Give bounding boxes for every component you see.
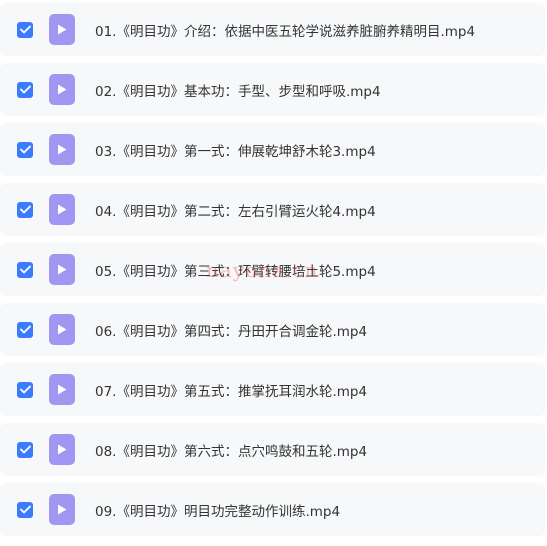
file-name: 01.《明目功》介绍：依据中医五轮学说滋养脏腑养精明目.mp4: [95, 23, 476, 40]
file-row[interactable]: 02.《明目功》基本功：手型、步型和呼吸.mp4: [0, 63, 545, 116]
play-icon: [58, 384, 67, 395]
checkmark-icon: [19, 505, 31, 514]
file-row[interactable]: 01.《明目功》介绍：依据中医五轮学说滋养脏腑养精明目.mp4: [0, 3, 545, 56]
checkmark-icon: [19, 325, 31, 334]
file-row[interactable]: 07.《明目功》第五式：推掌抚耳润水轮.mp4: [0, 363, 545, 416]
file-checkbox[interactable]: [17, 321, 33, 338]
file-row[interactable]: 08.《明目功》第六式：点穴鸣鼓和五轮.mp4: [0, 423, 545, 476]
checkmark-icon: [19, 265, 31, 274]
checkmark-icon: [19, 25, 31, 34]
file-name: 09.《明目功》明目功完整动作训练.mp4: [95, 503, 341, 520]
file-name: 02.《明目功》基本功：手型、步型和呼吸.mp4: [95, 83, 381, 100]
file-name: 05.《明目功》第三式：环臂转腰培土轮5.mp4: [95, 263, 376, 280]
file-row[interactable]: 05.《明目功》第三式：环臂转腰培土轮5.mp4: [0, 243, 545, 296]
file-row[interactable]: 04.《明目功》第二式：左右引臂运火轮4.mp4: [0, 183, 545, 236]
file-row[interactable]: 06.《明目功》第四式：丹田开合调金轮.mp4: [0, 303, 545, 356]
video-file-icon: [49, 494, 75, 525]
play-icon: [58, 204, 67, 215]
file-row[interactable]: 03.《明目功》第一式：伸展乾坤舒木轮3.mp4: [0, 123, 545, 176]
checkmark-icon: [19, 445, 31, 454]
video-file-icon: [49, 434, 75, 465]
checkmark-icon: [19, 145, 31, 154]
play-icon: [58, 324, 67, 335]
file-row[interactable]: 09.《明目功》明目功完整动作训练.mp4: [0, 483, 545, 536]
checkmark-icon: [19, 385, 31, 394]
play-icon: [58, 84, 67, 95]
file-name: 03.《明目功》第一式：伸展乾坤舒木轮3.mp4: [95, 143, 376, 160]
file-checkbox[interactable]: [17, 441, 33, 458]
video-file-icon: [49, 254, 75, 285]
play-icon: [58, 264, 67, 275]
video-file-icon: [49, 314, 75, 345]
file-checkbox[interactable]: [17, 201, 33, 218]
checkmark-icon: [19, 85, 31, 94]
play-icon: [58, 444, 67, 455]
play-icon: [58, 144, 67, 155]
file-name: 06.《明目功》第四式：丹田开合调金轮.mp4: [95, 323, 368, 340]
file-checkbox[interactable]: [17, 141, 33, 158]
checkmark-icon: [19, 205, 31, 214]
video-file-icon: [49, 134, 75, 165]
file-checkbox[interactable]: [17, 261, 33, 278]
file-checkbox[interactable]: [17, 501, 33, 518]
video-file-icon: [49, 74, 75, 105]
file-name: 07.《明目功》第五式：推掌抚耳润水轮.mp4: [95, 383, 368, 400]
file-checkbox[interactable]: [17, 21, 33, 38]
file-checkbox[interactable]: [17, 381, 33, 398]
play-icon: [58, 504, 67, 515]
file-list: 01.《明目功》介绍：依据中医五轮学说滋养脏腑养精明目.mp4 02.《明目功》…: [0, 0, 547, 546]
file-name: 04.《明目功》第二式：左右引臂运火轮4.mp4: [95, 203, 376, 220]
file-name: 08.《明目功》第六式：点穴鸣鼓和五轮.mp4: [95, 443, 368, 460]
video-file-icon: [49, 194, 75, 225]
play-icon: [58, 24, 67, 35]
file-checkbox[interactable]: [17, 81, 33, 98]
video-file-icon: [49, 374, 75, 405]
video-file-icon: [49, 14, 75, 45]
